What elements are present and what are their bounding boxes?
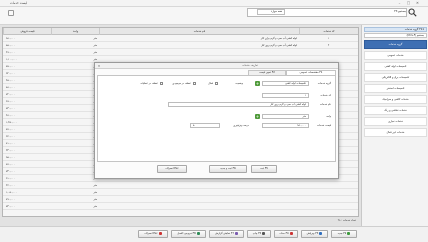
discount-field[interactable]: ۵ [190,123,220,128]
footer-button[interactable]: F5 چاپ [247,230,271,238]
service-dialog: ✕ تعاریف خدمات F1 مشخصات عمومی F2 تعیین … [94,62,339,179]
button-icon [196,231,200,235]
dialog-close-icon[interactable]: ✕ [97,64,101,68]
price-label: قیمت خدمات [317,124,331,127]
sidebar-item[interactable]: خدمات نقاشی و رنگ [364,106,427,115]
operations-label: عطف در عملیات [140,82,158,85]
add-unit-icon[interactable]: + [255,114,260,119]
operations-checkbox[interactable] [160,82,163,85]
inventory-checkbox[interactable] [193,82,196,85]
unit-select[interactable]: متر [262,114,309,119]
sidebar-item[interactable]: گروه خدمات [364,40,427,49]
footer-bar: F2 جدید F3 ویرایش F4 حذف F5 چاپ F7 نمایش گزا… [0,226,428,242]
name-label: نام خدمات [319,103,331,106]
button-icon [347,231,351,235]
search-scope-select[interactable]: همه موارد [257,9,285,15]
group-search-input[interactable]: جستجو (Ctrl+F) [364,33,427,38]
search-label: جستجو F3 [394,10,406,13]
sidebar-item[interactable]: خدمات نجاری [364,117,427,126]
sidebar-item[interactable]: خدمات کاشی و سرامیک [364,95,427,104]
button-icon [158,231,162,235]
footer-button-label: F7 نمایش گزارش [215,232,234,235]
sidebar-item[interactable]: تاسیسات لوله کشی [364,62,427,71]
button-icon [289,231,293,235]
active-label: فعال [208,82,213,85]
button-icon [234,231,238,235]
maximize-icon[interactable]: □ [405,1,412,6]
footer-button[interactable]: F4 حذف [274,230,298,238]
footer-button-label: Esc انصراف [144,232,158,235]
tab-content: گروه خدمات تاسیسات لوله کشی + وضعیت فعال… [97,75,336,162]
name-field[interactable]: لوله کشی آب سرد و گرم روی کار [168,102,309,107]
cancel-button[interactable]: Esc انصراف [157,165,187,173]
button-icon [319,231,323,235]
sidebar-item[interactable]: تاسیسات استخر [364,84,427,93]
footer-button[interactable]: F2 جدید [331,230,357,238]
footer-button-label: F4 حذف [279,232,289,235]
add-group-icon[interactable]: + [255,81,260,86]
save-button[interactable]: F5 ثبت [251,165,277,173]
sidebar-item[interactable]: خدمات عمومی [364,51,427,60]
code-label: کد خدمات [320,94,331,97]
price-field[interactable]: ۹۸۰,۰۰۰ [262,123,309,128]
sidebar-item[interactable]: خدمات غیر فعال [364,128,427,137]
status-label: وضعیت [235,82,243,85]
discount-label: درصد ویزیتوری [233,124,249,127]
close-icon[interactable]: ✕ [414,1,421,6]
button-icon [262,231,266,235]
title-bar: ليست خدمات – □ ✕ [0,0,428,7]
footer-button[interactable]: F8 خروجی اکسل [171,230,206,238]
footer-button[interactable]: F7 نمایش گزارش [209,230,244,238]
save-new-button[interactable]: F6 ثبت و جدید [209,165,247,173]
active-checkbox[interactable] [215,82,218,85]
group-sidebar: F11 گروه خدمات جستجو (Ctrl+F) گروه خدمات… [361,25,428,232]
footer-button-label: F3 ویرایش [306,232,319,235]
window-title: ليست خدمات [10,1,28,5]
options-icon[interactable] [8,10,14,16]
sidebar-item[interactable]: تاسیسات برق و الکتریکی [364,73,427,82]
footer-button-label: F5 چاپ [252,232,262,235]
unit-label: واحد [326,115,331,118]
inventory-label: عطف در موجودی [172,82,191,85]
code-field[interactable]: ۱ [262,93,309,98]
footer-button[interactable]: F3 ویرایش [301,230,328,238]
dialog-title-bar: ✕ تعاریف خدمات [95,63,338,69]
dialog-title: تعاریف خدمات [242,64,258,67]
group-header: F11 گروه خدمات [364,27,427,32]
footer-button-label: F8 خروجی اکسل [177,232,196,235]
footer-button[interactable]: Esc انصراف [138,230,168,238]
footer-button-label: F2 جدید [337,232,347,235]
group-label: گروه خدمات [317,82,331,85]
minimize-icon[interactable]: – [396,1,403,6]
search-icon[interactable] [408,8,417,17]
group-select[interactable]: تاسیسات لوله کشی [262,81,309,86]
